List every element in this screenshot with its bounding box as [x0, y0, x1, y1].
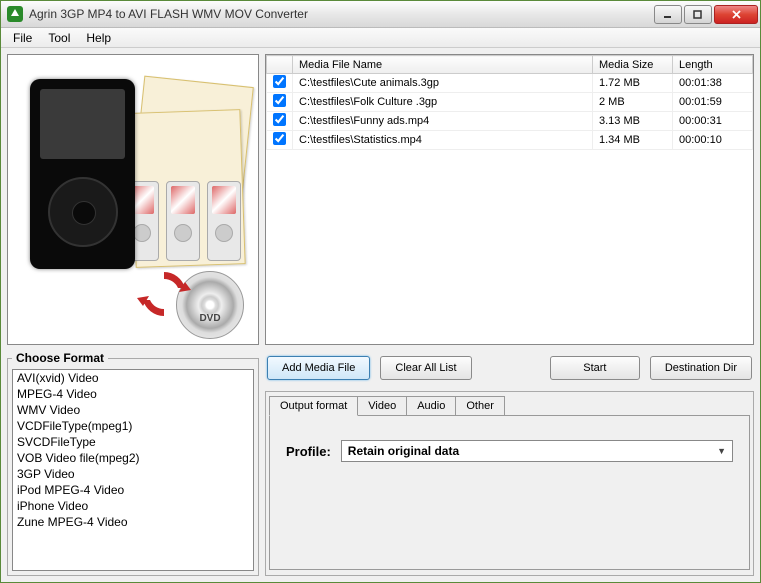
cell-length: 00:00:31 [673, 112, 753, 131]
product-image-panel: DVD [7, 54, 259, 345]
column-size[interactable]: Media Size [593, 56, 673, 74]
cell-size: 2 MB [593, 93, 673, 112]
table-row[interactable]: C:\testfiles\Funny ads.mp43.13 MB00:00:3… [267, 112, 753, 131]
row-checkbox[interactable] [273, 75, 286, 88]
list-item[interactable]: MPEG-4 Video [13, 386, 253, 402]
chevron-down-icon: ▼ [717, 446, 726, 456]
row-checkbox[interactable] [273, 132, 286, 145]
content-area: DVD Media File Name Media [1, 48, 760, 582]
row-checkbox[interactable] [273, 94, 286, 107]
window-controls [654, 4, 760, 24]
format-panel: Choose Format AVI(xvid) VideoMPEG-4 Vide… [7, 351, 259, 576]
cell-length: 00:01:38 [673, 74, 753, 93]
cell-filename: C:\testfiles\Statistics.mp4 [293, 131, 593, 150]
app-icon [7, 6, 23, 22]
table-row[interactable]: C:\testfiles\Statistics.mp41.34 MB00:00:… [267, 131, 753, 150]
media-file-table: Media File Name Media Size Length C:\tes… [266, 55, 753, 150]
minimize-icon [663, 10, 673, 20]
tab-video[interactable]: Video [357, 396, 407, 416]
tab-audio[interactable]: Audio [406, 396, 456, 416]
destination-dir-button[interactable]: Destination Dir [650, 356, 752, 380]
window-title: Agrin 3GP MP4 to AVI FLASH WMV MOV Conve… [29, 7, 654, 21]
menu-tool[interactable]: Tool [40, 29, 78, 47]
action-button-row: Add Media File Clear All List Start Dest… [265, 351, 754, 385]
list-item[interactable]: iPod MPEG-4 Video [13, 482, 253, 498]
media-file-table-panel: Media File Name Media Size Length C:\tes… [265, 54, 754, 345]
cell-size: 3.13 MB [593, 112, 673, 131]
list-item[interactable]: AVI(xvid) Video [13, 370, 253, 386]
add-media-file-button[interactable]: Add Media File [267, 356, 370, 380]
clear-all-list-button[interactable]: Clear All List [380, 356, 471, 380]
minimize-button[interactable] [654, 5, 682, 24]
close-icon [731, 9, 742, 20]
list-item[interactable]: VCDFileType(mpeg1) [13, 418, 253, 434]
format-listbox[interactable]: AVI(xvid) VideoMPEG-4 VideoWMV VideoVCDF… [12, 369, 254, 571]
titlebar: Agrin 3GP MP4 to AVI FLASH WMV MOV Conve… [1, 1, 760, 28]
cell-length: 00:00:10 [673, 131, 753, 150]
cell-length: 00:01:59 [673, 93, 753, 112]
profile-label: Profile: [286, 444, 331, 459]
menu-file[interactable]: File [5, 29, 40, 47]
maximize-icon [693, 10, 703, 20]
column-filename[interactable]: Media File Name [293, 56, 593, 74]
profile-value: Retain original data [348, 444, 459, 458]
table-row[interactable]: C:\testfiles\Folk Culture .3gp2 MB00:01:… [267, 93, 753, 112]
list-item[interactable]: SVCDFileType [13, 434, 253, 450]
list-item[interactable]: VOB Video file(mpeg2) [13, 450, 253, 466]
tab-other[interactable]: Other [455, 396, 505, 416]
menu-help[interactable]: Help [78, 29, 119, 47]
table-row[interactable]: C:\testfiles\Cute animals.3gp1.72 MB00:0… [267, 74, 753, 93]
column-length[interactable]: Length [673, 56, 753, 74]
cell-size: 1.72 MB [593, 74, 673, 93]
app-window: Agrin 3GP MP4 to AVI FLASH WMV MOV Conve… [0, 0, 761, 583]
tab-output-format[interactable]: Output format [269, 396, 358, 416]
cell-filename: C:\testfiles\Funny ads.mp4 [293, 112, 593, 131]
choose-format-legend: Choose Format [12, 351, 108, 365]
close-button[interactable] [714, 5, 758, 24]
output-tabs: Output format Video Audio Other [269, 396, 750, 416]
tab-body: Profile: Retain original data ▼ [269, 415, 750, 570]
cell-size: 1.34 MB [593, 131, 673, 150]
output-settings-panel: Output format Video Audio Other Profile:… [265, 391, 754, 576]
list-item[interactable]: iPhone Video [13, 498, 253, 514]
cell-filename: C:\testfiles\Cute animals.3gp [293, 74, 593, 93]
list-item[interactable]: 3GP Video [13, 466, 253, 482]
menubar: File Tool Help [1, 28, 760, 48]
convert-arrows-icon [136, 266, 192, 322]
start-button[interactable]: Start [550, 356, 640, 380]
row-checkbox[interactable] [273, 113, 286, 126]
column-check[interactable] [267, 56, 293, 74]
product-illustration: DVD [18, 71, 248, 331]
cell-filename: C:\testfiles\Folk Culture .3gp [293, 93, 593, 112]
maximize-button[interactable] [684, 5, 712, 24]
profile-dropdown[interactable]: Retain original data ▼ [341, 440, 733, 462]
list-item[interactable]: Zune MPEG-4 Video [13, 514, 253, 530]
list-item[interactable]: WMV Video [13, 402, 253, 418]
